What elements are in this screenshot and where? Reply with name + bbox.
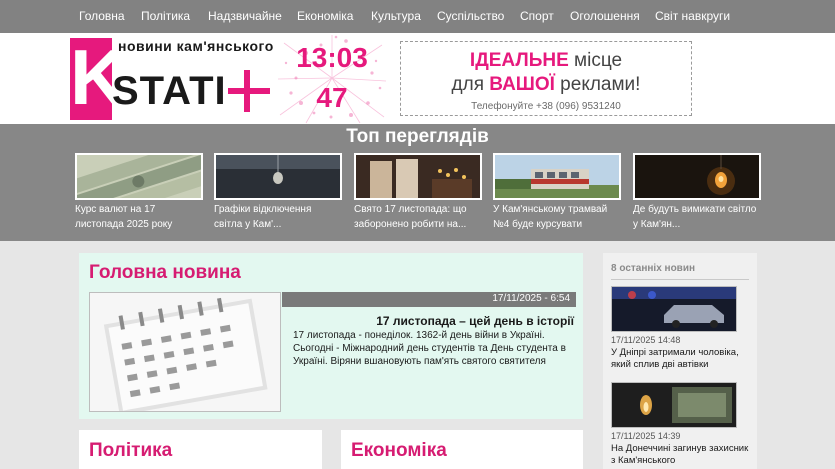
politics-section-title[interactable]: Політика <box>89 440 172 462</box>
nav-item-world[interactable]: Світ навкруги <box>655 9 730 23</box>
nav-item-ads[interactable]: Оголошення <box>570 9 640 23</box>
divider <box>611 279 749 280</box>
latest-news-sidebar: 8 останніх новин 17/11/2025 14:48 У Дніп… <box>603 253 757 469</box>
economy-section: Економіка <box>341 430 583 469</box>
ad-banner[interactable]: ІДЕАЛЬНЕ місце для ВАШОЇ реклами! Телефо… <box>400 41 692 116</box>
main-news-excerpt: 17 листопада - понеділок. 1362-й день ві… <box>293 330 566 367</box>
top-views-caption: Курс валют на 17 листопада 2025 року <box>75 204 173 230</box>
bulb-dark-photo <box>214 153 342 200</box>
ad-line-1: ІДЕАЛЬНЕ місце <box>401 50 691 72</box>
clock-time: 13:03 <box>296 42 368 73</box>
ad-line-1-rest: місце <box>568 50 623 71</box>
main-news-section-title: Головна новина <box>89 262 241 283</box>
top-views-title: Топ переглядів <box>346 126 489 147</box>
logo-wordmark: STATI <box>112 69 227 113</box>
news-caption[interactable]: У Дніпрі затримали чоловіка, який сплив … <box>611 347 751 371</box>
nav-item-sport[interactable]: Спорт <box>520 9 554 23</box>
logo-k-block: K <box>70 34 126 120</box>
ad-line-2-pre: для <box>451 74 490 95</box>
calendar-photo[interactable] <box>89 292 281 412</box>
tram-photo <box>493 153 621 200</box>
car-accident-photo[interactable] <box>611 286 737 332</box>
top-views-band: Топ переглядів Курс валют на 17 листопад… <box>0 124 835 241</box>
top-views-caption: Графіки відключення світла у Кам'... <box>214 204 312 230</box>
news-timestamp: 17/11/2025 14:48 <box>611 335 681 345</box>
site-header: K новини кам'янського STATI 13:03 47 ІДЕ… <box>0 33 835 124</box>
money-photo <box>75 153 203 200</box>
nav-item-society[interactable]: Суспільство <box>437 9 504 23</box>
ad-line-2-accent: ВАШОЇ <box>489 74 555 95</box>
top-views-caption: Свято 17 листопада: що заборонено робити… <box>354 204 467 230</box>
clock-seconds: 47 <box>316 82 348 113</box>
politics-section: Політика <box>79 430 322 469</box>
nav-item-economy[interactable]: Економіка <box>297 9 353 23</box>
church-candles-photo <box>354 153 482 200</box>
economy-section-title[interactable]: Економіка <box>351 440 447 462</box>
main-news-date: 17/11/2025 - 6:54 <box>492 293 570 304</box>
news-timestamp: 17/11/2025 14:39 <box>611 431 681 441</box>
nav-item-politics[interactable]: Політика <box>141 9 190 23</box>
top-nav: Головна Політика Надзвичайне Економіка К… <box>0 0 835 33</box>
news-caption[interactable]: На Донеччині загинув захисник з Кам'янсь… <box>611 443 751 467</box>
logo-k-letter: K <box>70 33 127 121</box>
logo-tagline: новини кам'янського <box>118 38 274 54</box>
memorial-candle-photo[interactable] <box>611 382 737 428</box>
main-news-date-bar: 17/11/2025 - 6:54 <box>282 292 576 307</box>
glowing-bulb-photo <box>633 153 761 200</box>
logo-plus-icon <box>228 70 272 114</box>
main-news-block: Головна новина 17/11/2025 - 6:54 17 лист… <box>79 253 583 419</box>
nav-item-emergency[interactable]: Надзвичайне <box>208 9 282 23</box>
ad-line-1-accent: ІДЕАЛЬНЕ <box>469 50 569 71</box>
top-views-caption: Де будуть вимикати світло у Кам'ян... <box>633 204 757 230</box>
main-news-headline[interactable]: 17 листопада – цей день в історії <box>286 314 574 328</box>
nav-item-home[interactable]: Головна <box>79 9 125 23</box>
ad-line-2: для ВАШОЇ реклами! <box>401 74 691 96</box>
top-views-caption: У Кам'янському трамвай №4 буде курсувати <box>493 204 608 230</box>
ad-phone: Телефонуйте +38 (096) 9531240 <box>471 101 621 112</box>
latest-news-title: 8 останніх новин <box>611 263 696 274</box>
ad-line-2-rest: реклами! <box>554 74 641 95</box>
nav-item-culture[interactable]: Культура <box>371 9 421 23</box>
